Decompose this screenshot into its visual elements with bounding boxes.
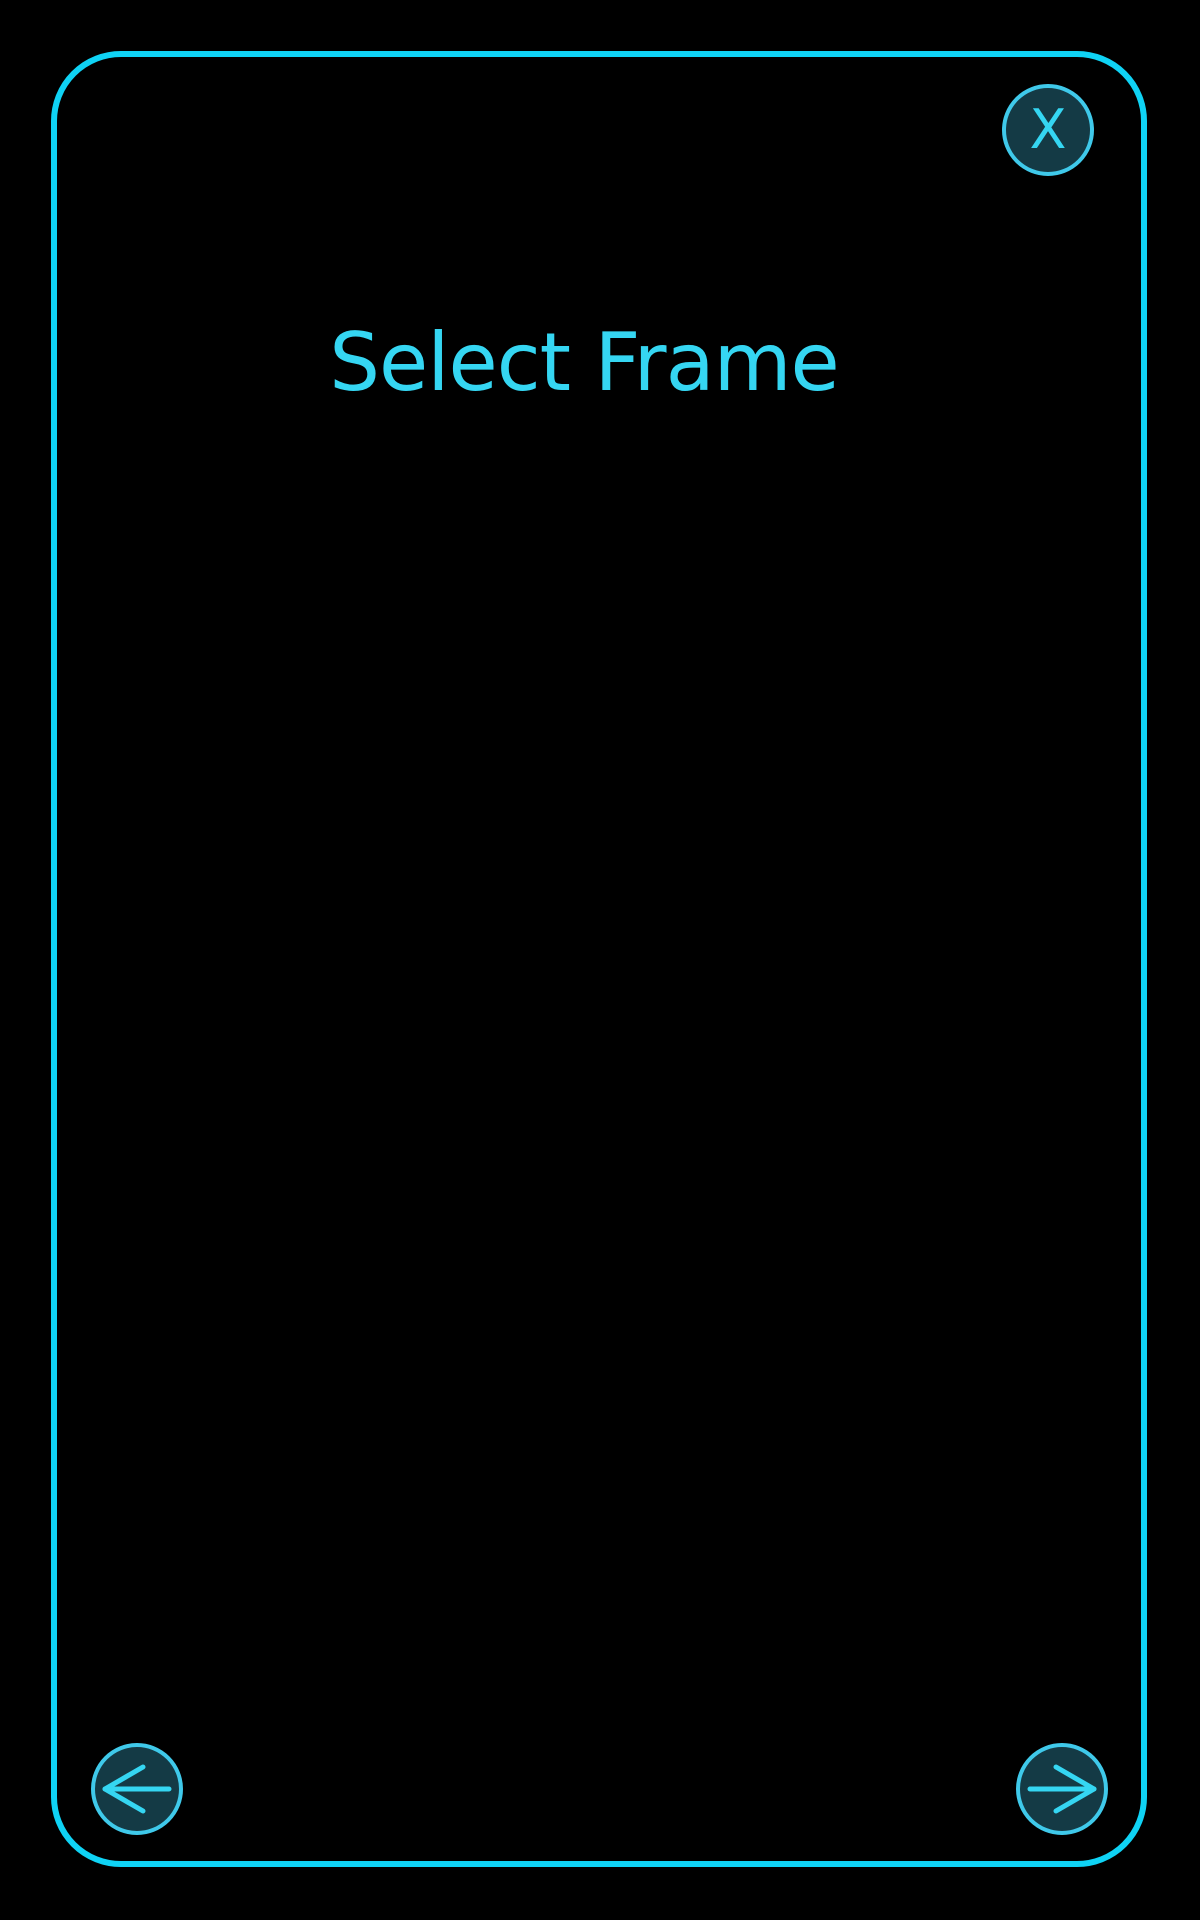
- page-title: Select Frame: [329, 316, 839, 409]
- arrow-right-icon: [1027, 1764, 1097, 1814]
- next-frame-button[interactable]: [1016, 1743, 1108, 1835]
- close-button[interactable]: X: [1002, 84, 1094, 176]
- arrow-left-icon: [102, 1764, 172, 1814]
- close-icon: X: [1029, 98, 1067, 161]
- previous-frame-button[interactable]: [91, 1743, 183, 1835]
